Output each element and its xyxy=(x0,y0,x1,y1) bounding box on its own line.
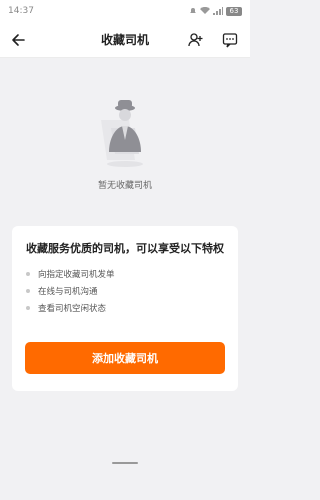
navigation-bar: 收藏司机 xyxy=(0,22,250,58)
add-driver-button[interactable]: 添加收藏司机 xyxy=(25,342,225,374)
wifi-icon xyxy=(200,7,210,14)
battery-icon: 63 xyxy=(226,6,242,16)
notification-icon xyxy=(190,8,196,13)
back-arrow-icon[interactable] xyxy=(8,30,28,50)
bullet-icon xyxy=(26,271,30,276)
status-time: 14:37 xyxy=(8,6,34,16)
home-indicator[interactable] xyxy=(112,462,138,464)
benefits-list: 向指定收藏司机发单 在线与司机沟通 查看司机空闲状态 xyxy=(26,265,224,316)
list-item: 向指定收藏司机发单 xyxy=(26,265,224,282)
empty-state: 暂无收藏司机 xyxy=(0,90,250,191)
driver-placeholder-icon xyxy=(101,100,143,167)
list-item: 查看司机空闲状态 xyxy=(26,299,224,316)
bullet-icon xyxy=(26,305,30,310)
add-user-icon[interactable] xyxy=(186,30,206,50)
status-icons: 63 xyxy=(189,6,242,16)
bullet-icon xyxy=(26,288,30,293)
status-bar: 14:37 63 xyxy=(0,0,250,22)
benefits-card: 收藏服务优质的司机，可以享受以下特权 向指定收藏司机发单 在线与司机沟通 查看司… xyxy=(12,226,238,391)
signal-icon xyxy=(213,7,223,15)
empty-state-text: 暂无收藏司机 xyxy=(97,181,152,191)
message-icon[interactable] xyxy=(220,30,240,50)
list-item: 在线与司机沟通 xyxy=(26,282,224,299)
card-title: 收藏服务优质的司机，可以享受以下特权 xyxy=(26,242,224,255)
